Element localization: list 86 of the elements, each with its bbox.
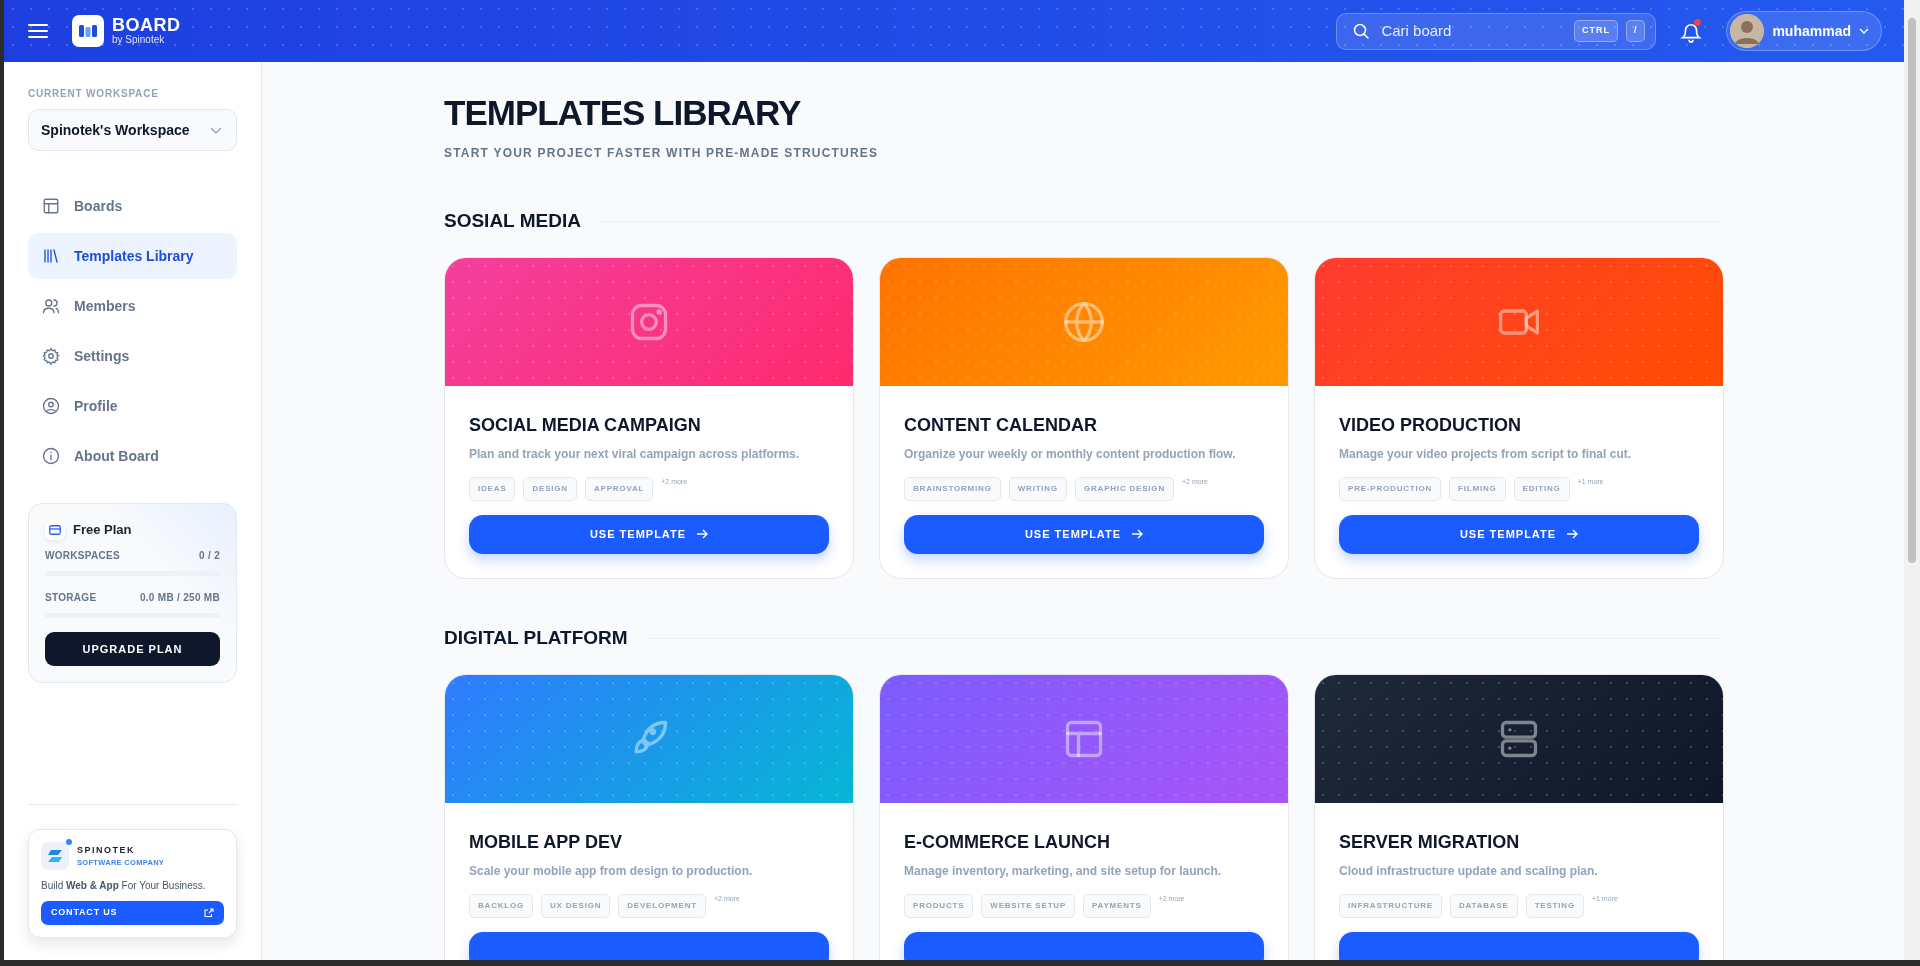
tag: UX DESIGN: [541, 893, 611, 918]
card-description: Manage your video projects from script to final cut.: [1339, 445, 1633, 463]
layout-icon: [42, 197, 60, 215]
settings-icon: [42, 347, 60, 365]
card-title: MOBILE APP DEV: [469, 830, 624, 854]
tag: APPROVAL: [584, 476, 654, 501]
tag: EDITING: [1513, 476, 1570, 501]
card-title: SOCIAL MEDIA CAMPAIGN: [469, 413, 702, 437]
tag: INFRASTRUCTURE: [1339, 893, 1442, 918]
sidebar-item[interactable]: Templates Library: [28, 233, 237, 279]
page-title: TEMPLATES LIBRARY: [444, 92, 802, 134]
sidebar-item[interactable]: Profile: [28, 383, 237, 429]
tag: DESIGN: [523, 476, 577, 501]
user-circle-icon: [42, 397, 60, 415]
use-template-button[interactable]: [469, 931, 829, 960]
card-title: VIDEO PRODUCTION: [1339, 413, 1522, 437]
tag: PRODUCTS: [904, 893, 974, 918]
section-title: SOSIAL MEDIA: [444, 210, 581, 233]
menu-icon[interactable]: [28, 23, 48, 39]
tag: IDEAS: [469, 476, 516, 501]
use-template-button[interactable]: USE TEMPLATE: [1339, 514, 1699, 554]
sidebar-item[interactable]: Members: [28, 283, 237, 329]
brand-subtitle: by Spinotek: [112, 34, 166, 46]
tag: WRITING: [1008, 476, 1067, 501]
users-icon: [42, 297, 60, 315]
card-title: CONTENT CALENDAR: [904, 413, 1098, 437]
workspace-label: CURRENT WORKSPACE: [28, 87, 160, 101]
brand-name: BOARD: [112, 16, 181, 34]
logo-icon: [72, 15, 104, 47]
tag: WEBSITE SETUP: [981, 893, 1076, 918]
use-template-button[interactable]: USE TEMPLATE: [904, 514, 1264, 554]
keyboard-key: CTRL: [1573, 20, 1618, 42]
plan-title: Free Plan: [73, 521, 132, 540]
promo-text: Build Web & App For Your Business.: [41, 879, 207, 893]
card-description: Plan and track your next viral campaign across platforms.: [469, 445, 801, 463]
use-template-button[interactable]: USE TEMPLATE: [469, 514, 829, 554]
card-description: Manage inventory, marketing, and site setup for launch.: [904, 862, 1223, 880]
credit-card-icon: [45, 520, 65, 540]
search-bar[interactable]: Cari board CTRL /: [1336, 12, 1657, 50]
info-icon: [42, 447, 60, 465]
tag: DEVELOPMENT: [618, 893, 706, 918]
chevron-down-icon: [210, 126, 222, 134]
workspace-select[interactable]: Spinotek's Workspace: [28, 109, 237, 151]
keyboard-key: /: [1625, 20, 1646, 42]
tag: DATABASE: [1450, 893, 1518, 918]
external-link-icon: [204, 908, 214, 918]
usage-value: 0.0 MB / 250 MB: [139, 591, 220, 605]
tag: GRAPHIC DESIGN: [1074, 476, 1174, 501]
tag: PAYMENTS: [1083, 893, 1151, 918]
tag: BRAINSTORMING: [904, 476, 1001, 501]
arrow-right-icon: [1131, 529, 1144, 540]
contact-us-button[interactable]: CONTACT US: [41, 901, 224, 925]
books-icon: [42, 247, 60, 265]
notification-bell-icon[interactable]: [1680, 20, 1703, 42]
user-name: muhammad: [1772, 21, 1851, 41]
card-description: Scale your mobile app from design to production.: [469, 862, 754, 880]
tag: FILMING: [1449, 476, 1506, 501]
globe-icon: [1062, 299, 1106, 344]
card-title: SERVER MIGRATION: [1339, 830, 1521, 854]
sidebar-item[interactable]: Boards: [28, 183, 237, 229]
card-description: Cloud infrastructure update and scaling plan.: [1339, 862, 1599, 880]
user-menu[interactable]: muhammad: [1726, 11, 1882, 51]
search-field[interactable]: Cari board: [1379, 18, 1564, 44]
usage-value: 0 / 2: [199, 549, 220, 563]
chevron-down-icon: [1859, 28, 1869, 34]
search-icon: [1353, 23, 1370, 39]
avatar: [1730, 14, 1765, 48]
use-template-button[interactable]: [904, 931, 1264, 960]
company-name: SPINOTEK: [77, 843, 136, 857]
section-title: DIGITAL PLATFORM: [444, 626, 628, 650]
tag: BACKLOG: [469, 893, 534, 918]
tag: TESTING: [1525, 893, 1584, 918]
card-title: E-COMMERCE LAUNCH: [904, 830, 1111, 854]
card-description: Organize your weekly or monthly content production flow.: [904, 445, 1237, 463]
arrow-right-icon: [696, 529, 709, 540]
page-subtitle: START YOUR PROJECT FASTER WITH PRE-MADE STRUCTURES: [444, 145, 880, 162]
sidebar-item[interactable]: Settings: [28, 333, 237, 379]
company-logo-icon: [41, 842, 69, 870]
scrollbar[interactable]: [1904, 0, 1920, 960]
tag: PRE-PRODUCTION: [1339, 476, 1442, 501]
sidebar-item[interactable]: About Board: [28, 433, 237, 479]
usage-label: STORAGE: [45, 591, 97, 605]
usage-label: WORKSPACES: [45, 549, 121, 563]
arrow-right-icon: [1566, 529, 1579, 540]
upgrade-plan-button[interactable]: UPGRADE PLAN: [45, 632, 220, 666]
use-template-button[interactable]: [1339, 931, 1699, 960]
